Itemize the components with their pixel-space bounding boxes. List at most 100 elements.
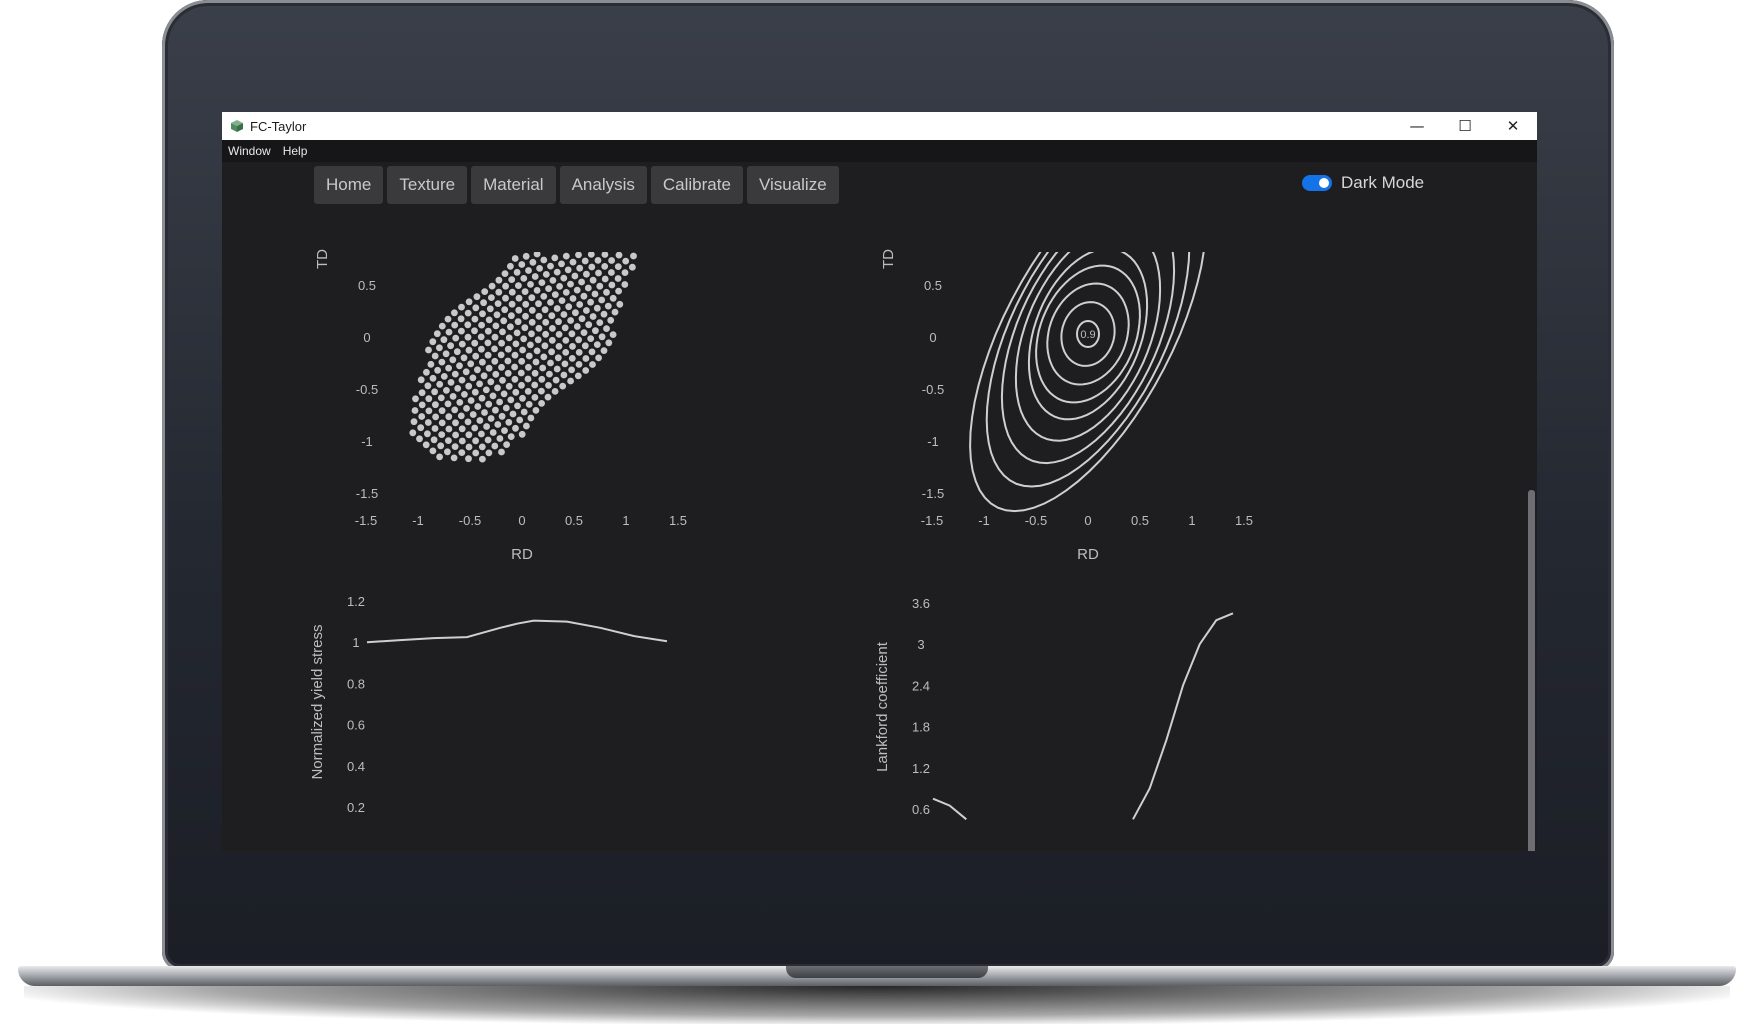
yield-ytick: 0.8: [347, 676, 365, 691]
texture-point: [471, 339, 479, 347]
texture-point: [444, 315, 452, 323]
texture-point: [533, 347, 541, 355]
texture-point: [504, 357, 512, 365]
vertical-scrollbar[interactable]: [1525, 212, 1537, 851]
texture-point: [525, 352, 533, 360]
texture-point: [573, 323, 581, 330]
yield-contour-plot-xtick: -0.5: [1025, 513, 1047, 528]
texture-point: [568, 355, 576, 362]
texture-point: [438, 407, 446, 415]
texture-point: [604, 302, 612, 310]
texture-point: [519, 394, 526, 402]
menu-window[interactable]: Window: [228, 144, 271, 158]
texture-point: [520, 335, 528, 343]
texture-point: [589, 276, 597, 284]
texture-point: [562, 252, 570, 260]
texture-point: [502, 294, 509, 302]
texture-point: [454, 385, 462, 392]
texture-point: [551, 388, 559, 395]
texture-point: [507, 262, 514, 270]
texture-point: [531, 394, 539, 401]
texture-point: [560, 371, 568, 379]
texture-point: [471, 315, 479, 323]
texture-point: [520, 408, 528, 416]
texture-point: [615, 287, 622, 295]
texture-point: [444, 448, 451, 456]
texture-point: [527, 414, 535, 422]
texture-point: [458, 376, 466, 384]
texture-point: [553, 268, 561, 276]
texture-point: [540, 256, 548, 264]
texture-point: [467, 360, 475, 368]
texture-point: [458, 437, 466, 445]
yield-contour-plot-xtick: -1: [978, 513, 990, 528]
app-window: FC-Taylor — ☐ ✕ Window Help Home Texture…: [222, 112, 1537, 851]
texture-point: [535, 300, 542, 308]
menu-bar: Window Help: [222, 140, 1537, 162]
menu-help[interactable]: Help: [283, 144, 308, 158]
texture-point: [600, 347, 608, 354]
texture-point: [532, 407, 540, 414]
texture-point: [567, 317, 574, 324]
texture-point: [434, 366, 441, 374]
texture-point: [588, 263, 596, 271]
texture-point: [553, 305, 561, 312]
title-bar[interactable]: FC-Taylor — ☐ ✕: [222, 112, 1537, 140]
texture-points: [409, 252, 637, 463]
texture-point: [541, 342, 549, 350]
texture-point: [548, 336, 556, 344]
texture-point: [485, 400, 493, 408]
texture-point: [464, 321, 472, 329]
texture-point: [484, 436, 492, 444]
lankford-lines: [932, 612, 1234, 821]
texture-point: [456, 362, 463, 370]
texture-point: [553, 365, 561, 373]
texture-point: [569, 295, 577, 302]
texture-point: [582, 367, 590, 374]
maximize-button[interactable]: ☐: [1441, 112, 1489, 140]
texture-point: [499, 328, 506, 336]
texture-point: [576, 264, 584, 272]
texture-point: [487, 378, 495, 386]
texture-point: [431, 425, 439, 432]
texture-point: [565, 303, 573, 311]
texture-point: [528, 306, 536, 314]
close-button[interactable]: ✕: [1489, 112, 1537, 140]
texture-point: [488, 294, 495, 301]
texture-point: [425, 346, 432, 354]
texture-point: [478, 394, 486, 402]
scrollbar-thumb[interactable]: [1528, 490, 1535, 851]
texture-point: [600, 310, 608, 318]
texture-point: [424, 382, 432, 390]
texture-point: [463, 405, 470, 412]
texture-point: [432, 401, 439, 409]
texture-point: [584, 284, 592, 292]
texture-point: [614, 263, 622, 270]
texture-point: [596, 319, 604, 326]
yield-contour-plot-xtick: -1.5: [921, 513, 943, 528]
texture-point: [465, 346, 473, 354]
texture-point: [583, 270, 590, 278]
texture-point: [505, 382, 513, 390]
texture-point: [425, 407, 433, 415]
minimize-button[interactable]: —: [1393, 112, 1441, 140]
normalized-yield-stress-plot: 1.2 1 0.8 0.6 0.4 0.2 Normalized yield stress: [309, 594, 668, 815]
texture-point: [539, 364, 547, 372]
texture-point: [440, 373, 448, 380]
texture-point: [595, 269, 602, 277]
texture-point: [629, 263, 636, 271]
texture-point: [607, 316, 615, 324]
texture-point: [540, 293, 548, 300]
texture-point: [515, 306, 523, 314]
yield-ytick: 0.6: [347, 718, 365, 733]
texture-point: [502, 282, 509, 290]
texture-point-plot-xtick: -1.5: [355, 513, 377, 528]
texture-point-plot-ytick: -0.5: [356, 382, 378, 397]
window-title: FC-Taylor: [250, 118, 307, 134]
texture-point: [587, 298, 594, 306]
texture-point: [489, 392, 497, 400]
texture-point-plot-xtick: -0.5: [459, 513, 481, 528]
lankford-ytick: 3: [917, 637, 924, 652]
texture-point: [504, 369, 512, 377]
texture-point: [560, 274, 568, 282]
